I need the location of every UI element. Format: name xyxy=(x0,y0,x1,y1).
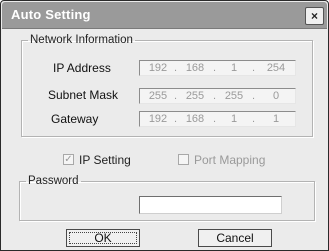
subnet-mask-octet-3: 255 xyxy=(224,90,244,102)
subnet-mask-field[interactable]: 255 . 255 . 255 . 0 xyxy=(139,88,296,104)
octet-separator: . xyxy=(174,113,178,125)
octet-separator: . xyxy=(174,90,178,102)
close-icon: × xyxy=(310,9,318,23)
gateway-octet-1: 192 xyxy=(148,113,168,125)
ip-setting-checkbox[interactable]: ✓ IP Setting xyxy=(63,153,143,167)
octet-separator: . xyxy=(252,90,256,102)
gateway-octet-4: 1 xyxy=(272,113,280,125)
window-title: Auto Setting xyxy=(11,7,91,22)
checkmark-icon: ✓ xyxy=(63,154,74,165)
cancel-button-label: Cancel xyxy=(216,231,254,245)
cancel-button[interactable]: Cancel xyxy=(198,229,272,247)
gateway-octet-3: 1 xyxy=(230,113,238,125)
network-information-legend: Network Information xyxy=(30,34,133,46)
auto-setting-dialog: Auto Setting × Network Information IP Ad… xyxy=(0,0,329,251)
title-bar: Auto Setting × xyxy=(2,2,327,29)
port-mapping-checkbox[interactable]: Port Mapping xyxy=(178,153,278,167)
gateway-field[interactable]: 192 . 168 . 1 . 1 xyxy=(139,111,296,127)
port-mapping-label: Port Mapping xyxy=(194,153,266,167)
gateway-octet-2: 168 xyxy=(185,113,205,125)
ip-address-label: IP Address xyxy=(53,61,111,75)
octet-separator: . xyxy=(252,113,256,125)
octet-separator: . xyxy=(213,62,217,74)
ip-address-octet-1: 192 xyxy=(148,62,168,74)
password-input[interactable] xyxy=(139,196,282,214)
octet-separator: . xyxy=(213,90,217,102)
gateway-label: Gateway xyxy=(51,112,99,126)
subnet-mask-octet-2: 255 xyxy=(185,90,205,102)
octet-separator: . xyxy=(213,113,217,125)
focus-ring xyxy=(69,232,137,244)
ok-button[interactable]: OK xyxy=(66,229,140,247)
subnet-mask-octet-4: 0 xyxy=(272,90,280,102)
close-button[interactable]: × xyxy=(305,7,324,25)
ip-address-octet-2: 168 xyxy=(185,62,205,74)
ip-address-field[interactable]: 192 . 168 . 1 . 254 xyxy=(139,60,296,76)
subnet-mask-label: Subnet Mask xyxy=(48,88,119,102)
password-legend: Password xyxy=(28,175,79,187)
ip-setting-label: IP Setting xyxy=(79,153,131,167)
octet-separator: . xyxy=(252,62,256,74)
ip-address-octet-3: 1 xyxy=(230,62,238,74)
subnet-mask-octet-1: 255 xyxy=(148,90,168,102)
checkbox-empty-icon xyxy=(178,154,189,165)
ip-address-octet-4: 254 xyxy=(266,62,286,74)
octet-separator: . xyxy=(174,62,178,74)
